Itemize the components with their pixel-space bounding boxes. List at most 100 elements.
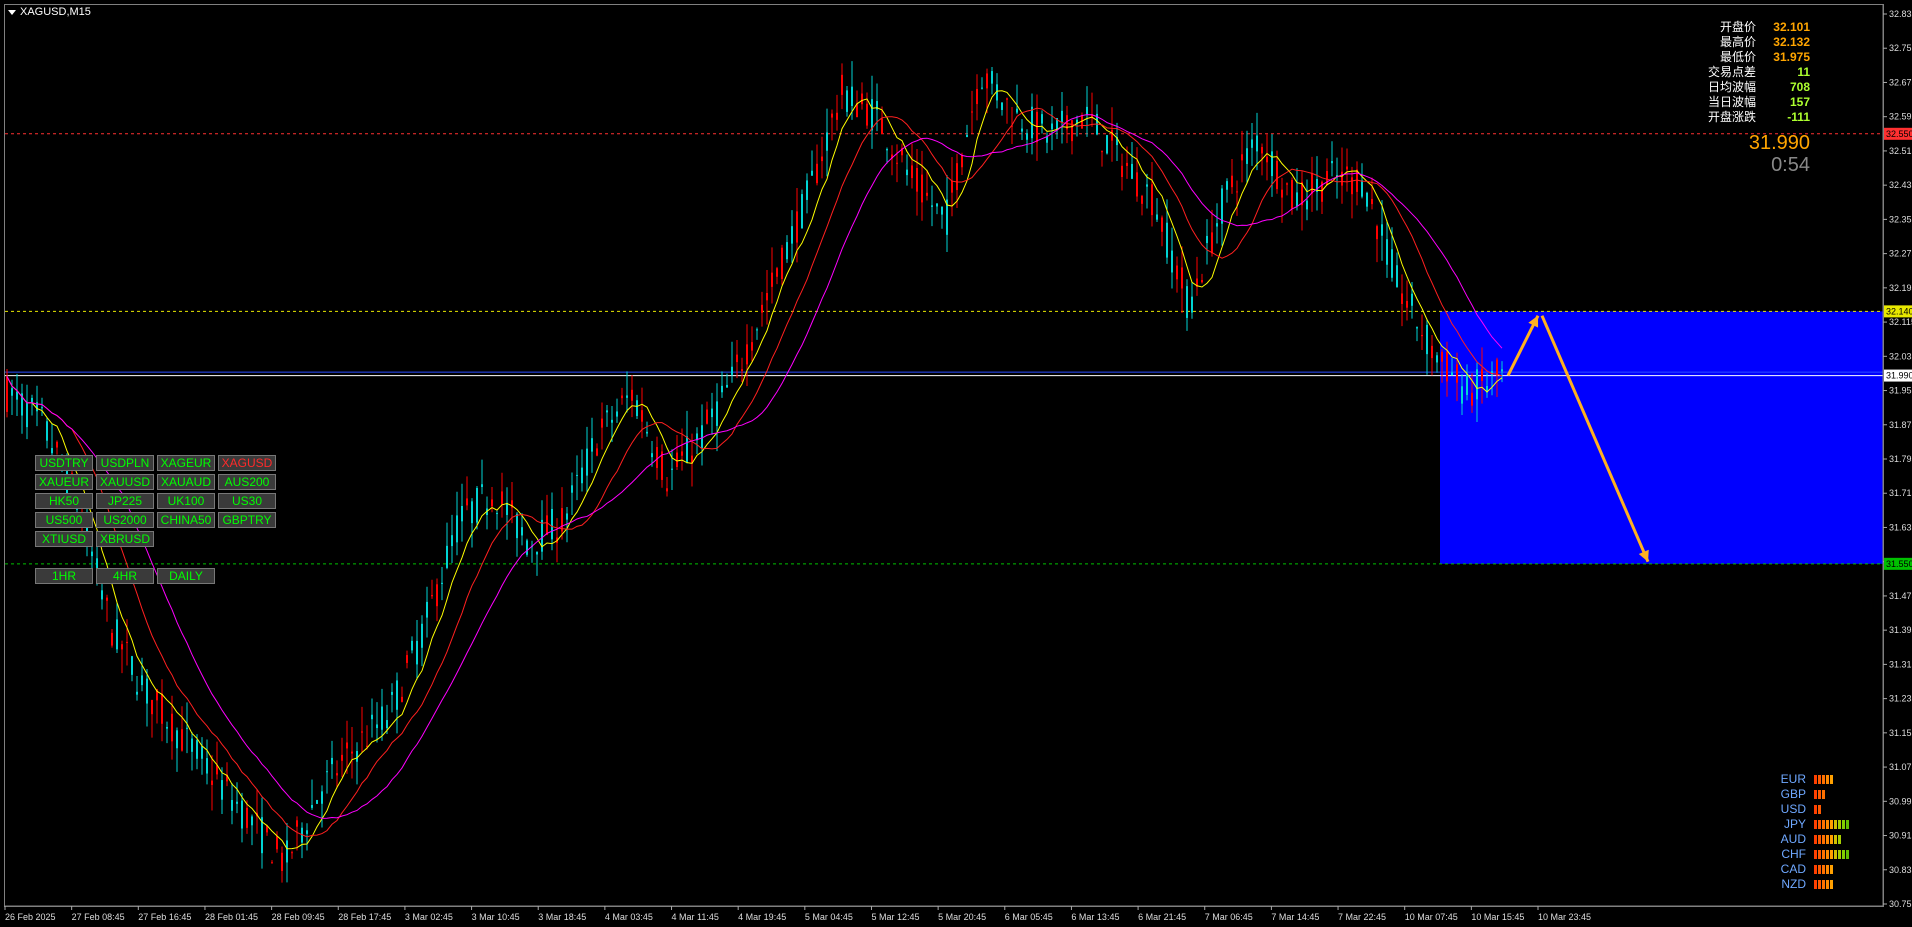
candle-body xyxy=(1471,392,1473,406)
candle-body xyxy=(336,773,338,776)
price-axis-label: 31.635 xyxy=(1889,522,1912,532)
candle-body xyxy=(346,742,348,749)
candle-body xyxy=(1306,200,1308,210)
candle-body xyxy=(571,485,573,493)
strength-bar xyxy=(1826,865,1829,874)
timeframe-button-daily[interactable]: DAILY xyxy=(157,568,215,584)
candle-body xyxy=(211,780,213,785)
candle-body xyxy=(871,99,873,131)
stat-label: 开盘涨跌 xyxy=(1707,110,1756,124)
strength-bar xyxy=(1818,865,1821,874)
candle-body xyxy=(1226,181,1228,190)
symbol-button-hk50[interactable]: HK50 xyxy=(35,493,93,509)
symbol-button-china50[interactable]: CHINA50 xyxy=(157,512,215,528)
chart-title-text: XAGUSD,M15 xyxy=(20,6,91,18)
candle-body xyxy=(821,156,823,162)
symbol-button-xaueur[interactable]: XAUEUR xyxy=(35,474,93,490)
time-axis-label: 4 Mar 19:45 xyxy=(738,912,786,922)
candle-body xyxy=(1366,192,1368,207)
symbol-button-us30[interactable]: US30 xyxy=(218,493,276,509)
candle-body xyxy=(811,170,813,176)
time-axis-label: 27 Feb 16:45 xyxy=(138,912,191,922)
symbol-button-aus200[interactable]: AUS200 xyxy=(218,474,276,490)
price-axis-label: 32.595 xyxy=(1889,112,1912,122)
candle-body xyxy=(101,590,103,600)
stat-value: 157 xyxy=(1789,95,1810,109)
candle-body xyxy=(846,90,848,112)
candle-body xyxy=(1446,352,1448,382)
chart-window[interactable]: 32.835 32.755 32.675 32.595 32.515 32.435 32.3… xyxy=(0,0,1912,927)
timeframe-button-1hr[interactable]: 1HR xyxy=(35,568,93,584)
candle-body xyxy=(436,584,438,607)
candle-body xyxy=(1031,106,1033,139)
candle-body xyxy=(1181,267,1183,289)
symbol-button-usdtry[interactable]: USDTRY xyxy=(35,455,93,471)
symbol-button-usdpln[interactable]: USDPLN xyxy=(96,455,154,471)
price-level-tag-label: 32.140 xyxy=(1886,306,1912,316)
candle-body xyxy=(1216,223,1218,227)
candle-body xyxy=(606,410,608,413)
candle-body xyxy=(716,401,718,426)
candle-body xyxy=(521,527,523,536)
candle-body xyxy=(576,474,578,476)
candle-body xyxy=(646,431,648,434)
candle-body xyxy=(111,632,113,646)
symbol-button-jp225[interactable]: JP225 xyxy=(96,493,154,509)
candle-body xyxy=(1106,135,1108,154)
candle-body xyxy=(966,134,968,137)
strength-bar xyxy=(1822,820,1825,829)
price-axis-label: 32.035 xyxy=(1889,351,1912,361)
symbol-button-xbrusd[interactable]: XBRUSD xyxy=(96,531,154,547)
candle-body xyxy=(896,162,898,164)
price-axis-label: 32.675 xyxy=(1889,77,1912,87)
strength-bar xyxy=(1814,880,1817,889)
candle-body xyxy=(196,740,198,759)
candle-body xyxy=(46,421,48,441)
strength-bar xyxy=(1818,820,1821,829)
symbol-button-us2000[interactable]: US2000 xyxy=(96,512,154,528)
price-chart[interactable]: 32.835 32.755 32.675 32.595 32.515 32.435 32.3… xyxy=(0,0,1912,927)
symbol-button-xauaud[interactable]: XAUAUD xyxy=(157,474,215,490)
candle-body xyxy=(1161,217,1163,232)
time-axis-label: 3 Mar 18:45 xyxy=(538,912,586,922)
currency-strength-meter: EUR GBP USD JPY AUD CHF CAD NZD xyxy=(1776,772,1849,892)
symbol-button-gbptry[interactable]: GBPTRY xyxy=(218,512,276,528)
candle-body xyxy=(781,247,783,279)
timeframe-button-4hr[interactable]: 4HR xyxy=(96,568,154,584)
candle-body xyxy=(1286,183,1288,185)
currency-label: CHF xyxy=(1781,847,1806,861)
strength-bar xyxy=(1814,790,1817,799)
target-zone xyxy=(1440,311,1883,564)
candle-body xyxy=(551,508,553,540)
time-axis-label: 26 Feb 2025 xyxy=(5,912,56,922)
candle-body xyxy=(726,384,728,388)
currency-label: JPY xyxy=(1783,817,1806,831)
price-axis-label: 31.235 xyxy=(1889,694,1912,704)
candle-body xyxy=(626,395,628,398)
symbol-button-xtiusd[interactable]: XTIUSD xyxy=(35,531,93,547)
candle-body xyxy=(941,206,943,215)
candle-body xyxy=(1326,170,1328,186)
strength-bar xyxy=(1814,850,1817,859)
candle-body xyxy=(306,830,308,834)
strength-bar xyxy=(1838,835,1841,844)
symbol-button-xagusd[interactable]: XAGUSD xyxy=(218,455,276,471)
strength-row: USD xyxy=(1776,802,1849,817)
symbol-button-us500[interactable]: US500 xyxy=(35,512,93,528)
symbol-button-xauusd[interactable]: XAUUSD xyxy=(96,474,154,490)
candle-body xyxy=(1291,179,1293,209)
candle-body xyxy=(861,93,863,105)
candle-body xyxy=(536,551,538,555)
strength-bar xyxy=(1814,835,1817,844)
caret-down-icon[interactable] xyxy=(8,9,16,15)
candle-body xyxy=(611,419,613,423)
candle-body xyxy=(176,730,178,749)
candle-body xyxy=(141,675,143,686)
candle-body xyxy=(131,656,133,675)
symbol-button-xageur[interactable]: XAGEUR xyxy=(157,455,215,471)
candle-body xyxy=(201,746,203,759)
time-axis-label: 6 Mar 13:45 xyxy=(1071,912,1119,922)
time-axis-label: 3 Mar 02:45 xyxy=(405,912,453,922)
stat-label: 最高价 xyxy=(1719,35,1756,49)
symbol-button-uk100[interactable]: UK100 xyxy=(157,493,215,509)
